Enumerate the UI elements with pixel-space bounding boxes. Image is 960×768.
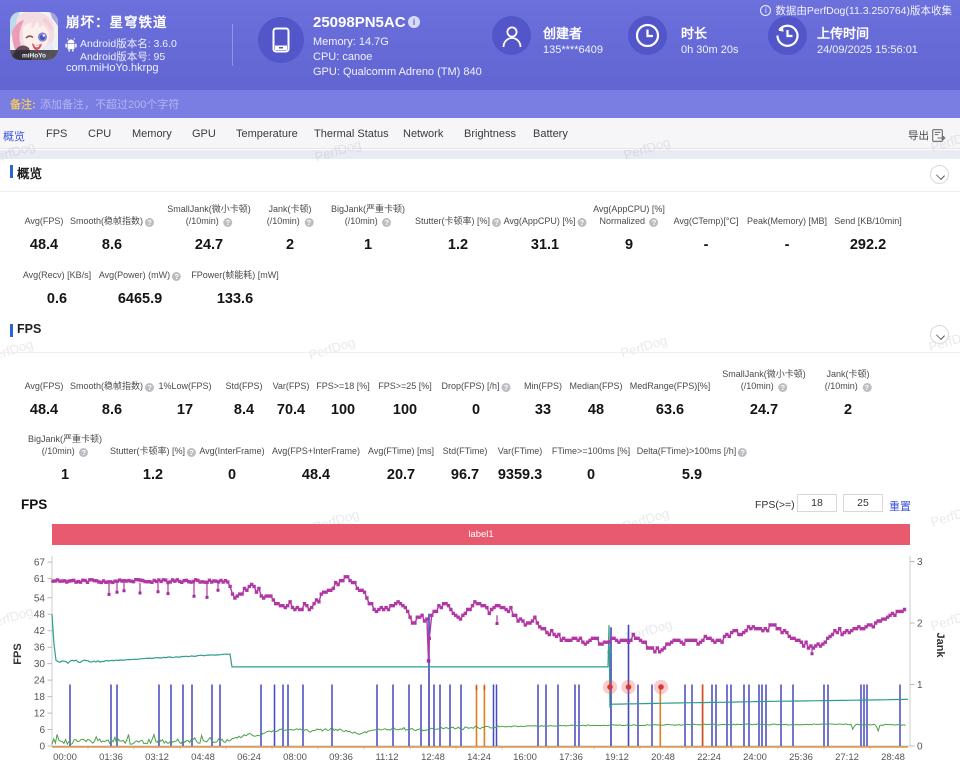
svg-text:28:48: 28:48 <box>881 752 905 763</box>
svg-text:61: 61 <box>34 574 46 585</box>
svg-text:01:36: 01:36 <box>99 752 123 763</box>
svg-text:08:00: 08:00 <box>283 752 307 763</box>
svg-text:12:48: 12:48 <box>421 752 445 763</box>
svg-text:03:12: 03:12 <box>145 752 169 763</box>
svg-text:19:12: 19:12 <box>605 752 629 763</box>
svg-text:1: 1 <box>917 680 923 691</box>
svg-text:04:48: 04:48 <box>191 752 215 763</box>
svg-text:17:36: 17:36 <box>559 752 583 763</box>
svg-text:27:12: 27:12 <box>835 752 859 763</box>
svg-text:14:24: 14:24 <box>467 752 491 763</box>
svg-text:09:36: 09:36 <box>329 752 353 763</box>
svg-text:67: 67 <box>34 558 46 569</box>
svg-text:30: 30 <box>34 659 46 670</box>
svg-text:2: 2 <box>917 619 923 630</box>
svg-text:42: 42 <box>34 626 46 637</box>
svg-text:FPS: FPS <box>12 643 24 664</box>
svg-text:20:48: 20:48 <box>651 752 675 763</box>
svg-text:25:36: 25:36 <box>789 752 813 763</box>
svg-text:6: 6 <box>39 725 45 736</box>
svg-text:0: 0 <box>39 742 45 753</box>
svg-text:22:24: 22:24 <box>697 752 721 763</box>
svg-text:00:00: 00:00 <box>53 752 77 763</box>
svg-text:24: 24 <box>34 676 46 687</box>
svg-text:0: 0 <box>917 742 923 753</box>
svg-text:Jank: Jank <box>934 632 946 658</box>
svg-text:3: 3 <box>917 557 923 568</box>
svg-text:miHoYo: miHoYo <box>22 53 46 60</box>
svg-text:12: 12 <box>34 709 46 720</box>
svg-text:11:12: 11:12 <box>375 752 398 763</box>
svg-text:16:00: 16:00 <box>513 752 537 763</box>
svg-text:54: 54 <box>34 593 46 604</box>
svg-text:48: 48 <box>34 610 46 621</box>
svg-text:18: 18 <box>34 692 46 703</box>
svg-text:24:00: 24:00 <box>743 752 767 763</box>
svg-text:36: 36 <box>34 643 46 654</box>
svg-text:06:24: 06:24 <box>237 752 261 763</box>
